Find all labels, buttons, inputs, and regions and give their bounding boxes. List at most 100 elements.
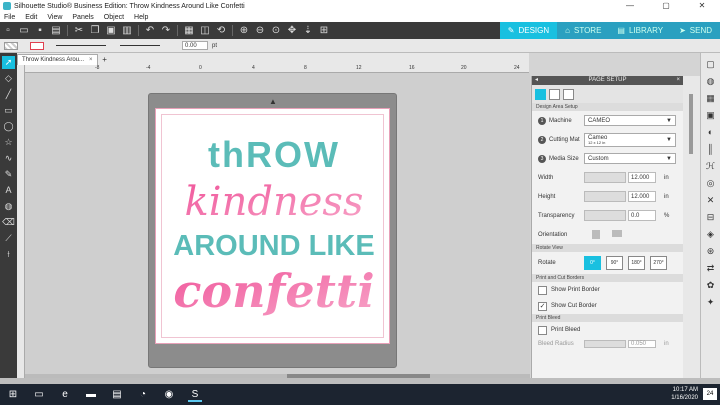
transparency-input[interactable]: 0.0 [628, 210, 656, 221]
panel-scroll-thumb[interactable] [689, 94, 693, 154]
transform-icon[interactable]: ⇄ [705, 262, 717, 274]
sketch-icon[interactable]: ℋ [705, 160, 717, 172]
task-view-icon[interactable]: ▭ [32, 388, 46, 402]
replicate-icon[interactable]: ⟲ [215, 25, 227, 37]
menu-edit[interactable]: Edit [25, 14, 37, 21]
close-button[interactable]: ✕ [684, 0, 720, 12]
page-setup-tab-icon[interactable] [535, 88, 546, 100]
line-join-select[interactable] [120, 45, 160, 46]
rotate-0-button[interactable]: 0° [584, 256, 601, 270]
redo-icon[interactable]: ↷ [160, 25, 172, 37]
undo-icon[interactable]: ↶ [144, 25, 156, 37]
zoom-select-icon[interactable]: ⊙ [270, 25, 282, 37]
cutting-mat-select[interactable]: Cameo 12 x 12 in ▼ [584, 132, 676, 147]
width-input[interactable]: 12.000 [628, 172, 656, 183]
fill-tool-icon[interactable]: ◍ [2, 200, 15, 213]
library-panel-icon[interactable]: ▦ [705, 92, 717, 104]
taskbar-clock[interactable]: 10:17 AM 1/16/2020 [671, 386, 698, 402]
select-tool-icon[interactable]: ➚ [2, 56, 15, 69]
point-edit-icon[interactable]: ◇ [2, 72, 15, 85]
bleed-radius-slider[interactable] [584, 340, 626, 348]
line-tool-icon[interactable]: ╱ [2, 88, 15, 101]
transparency-slider[interactable] [584, 210, 626, 221]
rotate-180-button[interactable]: 180° [628, 256, 645, 270]
document-tab[interactable]: Throw Kindness Arou... × [17, 54, 98, 65]
design-page[interactable]: thROW kindness AROUND LIKE confetti [155, 108, 390, 344]
design-line-3[interactable]: AROUND LIKE [173, 230, 374, 262]
design-line-4[interactable]: confetti [173, 264, 374, 318]
fit-page-icon[interactable]: ⇣ [302, 25, 314, 37]
rotate-270-button[interactable]: 270° [650, 256, 667, 270]
show-cut-border-checkbox[interactable]: ✓ [538, 301, 547, 311]
effects-icon[interactable]: ✦ [705, 296, 717, 308]
page-setup-icon[interactable]: ▢ [705, 58, 717, 70]
line-color-swatch[interactable] [30, 41, 44, 50]
panel-collapse-icon[interactable]: ◂ [535, 76, 538, 85]
document-app-icon[interactable]: ▤ [110, 388, 124, 402]
copy-icon[interactable]: ❐ [89, 25, 101, 37]
delete-icon[interactable]: ▥ [121, 25, 133, 37]
chrome-icon[interactable]: ◉ [162, 388, 176, 402]
height-input[interactable]: 12.000 [628, 191, 656, 202]
pencil-tool-icon[interactable]: ✎ [2, 168, 15, 181]
paste-icon[interactable]: ▣ [105, 25, 117, 37]
ellipse-tool-icon[interactable]: ◯ [2, 120, 15, 133]
menu-panels[interactable]: Panels [72, 14, 93, 21]
print-bleed-checkbox[interactable] [538, 325, 547, 335]
knife-tool-icon[interactable]: ⟋ [2, 232, 15, 245]
height-slider[interactable] [584, 191, 626, 202]
grid-tab-icon[interactable] [549, 88, 560, 100]
line-width-input[interactable]: 0.00 [182, 41, 208, 50]
design-line-1[interactable]: thROW [208, 134, 340, 175]
eraser-tool-icon[interactable]: ⌫ [2, 216, 15, 229]
rhinestone-icon[interactable]: ✿ [705, 279, 717, 291]
zoom-out-icon[interactable]: ⊖ [254, 25, 266, 37]
text-tool-icon[interactable]: A [2, 184, 15, 197]
ungroup-icon[interactable]: ◫ [199, 25, 211, 37]
align-icon[interactable]: ⊟ [705, 211, 717, 223]
fill-color-swatch[interactable] [4, 41, 18, 50]
edge-icon[interactable]: e [58, 388, 72, 402]
close-tab-icon[interactable]: × [89, 55, 93, 65]
replicate-panel-icon[interactable]: ✕ [705, 194, 717, 206]
file-explorer-icon[interactable]: ▬ [84, 388, 98, 402]
save-icon[interactable]: ▪ [34, 25, 46, 37]
design-artwork[interactable]: thROW kindness AROUND LIKE confetti [156, 109, 391, 345]
machine-select[interactable]: CAMEO ▼ [584, 115, 676, 126]
trace-icon[interactable]: ⊛ [705, 245, 717, 257]
rotate-90-button[interactable]: 90° [606, 256, 623, 270]
minimize-button[interactable]: — [612, 0, 648, 12]
pan-icon[interactable]: ✥ [286, 25, 298, 37]
open-folder-icon[interactable]: ▭ [18, 25, 30, 37]
landscape-icon[interactable] [612, 230, 622, 237]
background-tab-icon[interactable] [563, 88, 574, 100]
new-document-icon[interactable]: ▫ [2, 25, 14, 37]
fit-all-icon[interactable]: ⊞ [318, 25, 330, 37]
menu-view[interactable]: View [47, 14, 62, 21]
line-style-select[interactable] [56, 45, 106, 46]
media-size-select[interactable]: Custom ▼ [584, 153, 676, 164]
line-style-icon[interactable]: ║ [705, 143, 717, 155]
app-icon[interactable]: ◔ [136, 388, 150, 402]
tab-send[interactable]: ➤ SEND [671, 22, 720, 39]
show-print-border-checkbox[interactable] [538, 285, 547, 295]
transparency-icon[interactable]: ◐ [705, 126, 717, 138]
tab-library[interactable]: ▤ LIBRARY [609, 22, 672, 39]
gradient-icon[interactable]: ▣ [705, 109, 717, 121]
panel-scrollbar[interactable] [683, 76, 700, 378]
panel-close-icon[interactable]: × [676, 76, 680, 85]
offset-icon[interactable]: ◎ [705, 177, 717, 189]
fill-panel-icon[interactable]: ◍ [705, 75, 717, 87]
bleed-radius-input[interactable]: 0.050 [628, 340, 656, 348]
group-icon[interactable]: ▦ [183, 25, 195, 37]
silhouette-studio-taskbar-icon[interactable]: S [188, 388, 202, 402]
tab-design[interactable]: ✎ DESIGN [499, 22, 558, 39]
width-slider[interactable] [584, 172, 626, 183]
print-icon[interactable]: ▤ [50, 25, 62, 37]
polygon-tool-icon[interactable]: ☆ [2, 136, 15, 149]
start-icon[interactable]: ⊞ [6, 388, 20, 402]
maximize-button[interactable]: ▢ [648, 0, 684, 12]
design-line-2[interactable]: kindness [185, 179, 364, 225]
add-tab-button[interactable]: + [100, 55, 110, 65]
tab-store[interactable]: ⌂ STORE [557, 22, 610, 39]
